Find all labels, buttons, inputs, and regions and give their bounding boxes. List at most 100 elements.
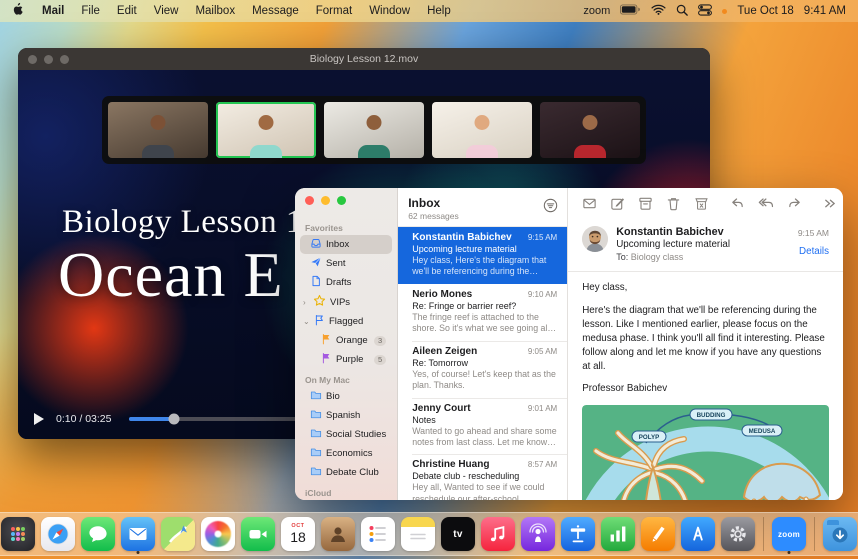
battery-icon[interactable] (620, 4, 641, 18)
message-row-nerio-mones[interactable]: Nerio Mones9:10 AMRe: Fringe or barrier … (398, 284, 567, 341)
dock-icon-downloads[interactable] (822, 517, 858, 551)
body-signature: Professor Babichev (582, 382, 829, 396)
dock-icon-appstore[interactable] (680, 517, 716, 551)
control-center-icon[interactable] (698, 4, 712, 19)
menu-item-view[interactable]: View (154, 5, 179, 17)
drafts-icon (310, 275, 322, 290)
dock-icon-notes[interactable] (400, 517, 436, 551)
trash-icon[interactable] (666, 196, 681, 211)
video-tile-participant-4[interactable] (432, 102, 532, 158)
dock-icon-mail[interactable] (120, 517, 156, 551)
archive-icon[interactable] (638, 196, 653, 211)
menubar-date[interactable]: Tue Oct 18 (737, 5, 793, 17)
sidebar-item-flagged[interactable]: ⌄Flagged (300, 312, 392, 331)
message-row-jenny-court[interactable]: Jenny Court9:01 AMNotesWanted to go ahea… (398, 398, 567, 455)
sidebar-item-purple[interactable]: Purple5 (300, 350, 392, 369)
video-tile-participant-1[interactable] (108, 102, 208, 158)
message-row-aileen-zeigen[interactable]: Aileen Zeigen9:05 AMRe: TomorrowYes, of … (398, 341, 567, 398)
dock-icon-tv[interactable]: tv (440, 517, 476, 551)
message-list-pane: Inbox 62 messages Konstantin Babichev9:1… (398, 188, 568, 500)
video-overlay-subtitle: Ocean E (58, 238, 284, 312)
sidebar-item-vips[interactable]: ›VIPs (300, 292, 392, 312)
filter-icon[interactable] (543, 198, 558, 216)
diagram-label-polyp: POLYP (639, 434, 659, 441)
wifi-icon[interactable] (651, 4, 666, 18)
more-icon[interactable] (823, 197, 836, 210)
sidebar-item-economics[interactable]: Economics (300, 444, 392, 463)
menu-item-help[interactable]: Help (427, 5, 451, 17)
folder-icon (310, 389, 322, 404)
reply-icon[interactable] (730, 196, 745, 211)
sidebar-item-social-studies[interactable]: Social Studies (300, 425, 392, 444)
dock-icon-music[interactable] (480, 517, 516, 551)
dock-icon-messages[interactable] (80, 517, 116, 551)
dock-icon-calendar[interactable]: OCT18 (280, 517, 316, 551)
mail-sidebar: FavoritesInboxSentDrafts›VIPs⌄FlaggedOra… (295, 188, 398, 500)
menu-item-file[interactable]: File (81, 5, 100, 17)
sidebar-item-bio[interactable]: Bio (300, 387, 392, 406)
dock-icon-pages[interactable] (640, 517, 676, 551)
menu-item-message[interactable]: Message (252, 5, 299, 17)
dock-icon-contacts[interactable] (320, 517, 356, 551)
dock-icon-facetime[interactable] (240, 517, 276, 551)
apple-menu-icon[interactable] (12, 2, 25, 20)
dock-icon-reminders[interactable] (360, 517, 396, 551)
video-tile-participant-5[interactable] (540, 102, 640, 158)
reply-all-icon[interactable] (758, 196, 774, 211)
sidebar-item-orange[interactable]: Orange3 (300, 331, 392, 350)
dock-icon-numbers[interactable] (600, 517, 636, 551)
video-time-display: 0:10 / 03:25 (56, 413, 111, 425)
message-detail-pane: Konstantin Babichev Upcoming lecture mat… (568, 188, 843, 500)
minimize-window-button[interactable] (321, 196, 330, 205)
sidebar-item-inbox[interactable]: Inbox (300, 235, 392, 254)
compose-icon[interactable] (610, 196, 625, 211)
downloads-app-icon (823, 517, 857, 551)
zoom-window-button[interactable] (337, 196, 346, 205)
spotlight-search-icon[interactable] (676, 4, 688, 19)
message-row-christine-huang[interactable]: Christine Huang8:57 AMDebate club - resc… (398, 454, 567, 500)
dock-icon-safari[interactable] (40, 517, 76, 551)
message-row-konstantin-babichev[interactable]: Konstantin Babichev9:15 AMUpcoming lectu… (398, 227, 567, 284)
dock-icon-maps[interactable] (160, 517, 196, 551)
menu-item-mailbox[interactable]: Mailbox (195, 5, 235, 17)
video-overlay-title: Biology Lesson 12 (62, 204, 320, 241)
video-progress-handle[interactable] (168, 414, 179, 425)
chevron-down-icon[interactable]: ⌄ (303, 317, 309, 326)
play-button[interactable] (34, 413, 44, 425)
close-window-button[interactable] (305, 196, 314, 205)
dock-icon-settings[interactable] (720, 517, 756, 551)
menu-item-edit[interactable]: Edit (117, 5, 137, 17)
maps-app-icon (161, 517, 195, 551)
settings-app-icon (721, 517, 755, 551)
dock-divider (814, 517, 815, 551)
body-greeting: Hey class, (582, 281, 829, 295)
dock-icon-launchpad[interactable] (0, 517, 36, 551)
dock-icon-zoom[interactable]: zoom (771, 517, 807, 551)
menu-item-window[interactable]: Window (369, 5, 410, 17)
menu-item-format[interactable]: Format (316, 5, 352, 17)
menubar-clock[interactable]: 9:41 AM (804, 5, 846, 17)
details-link[interactable]: Details (798, 246, 829, 257)
junk-icon[interactable] (694, 196, 709, 211)
video-titlebar[interactable]: Biology Lesson 12.mov (18, 48, 710, 70)
sidebar-item-drafts[interactable]: Drafts (300, 273, 392, 292)
get-mail-icon[interactable] (582, 196, 597, 211)
video-tile-participant-3[interactable] (324, 102, 424, 158)
row-subject: Re: Tomorrow (412, 358, 557, 368)
recording-indicator-dot (722, 9, 727, 14)
menubar-zoom-label[interactable]: zoom (583, 5, 610, 17)
sidebar-item-spanish[interactable]: Spanish (300, 406, 392, 425)
sidebar-item-label: Spanish (326, 410, 360, 421)
dock-icon-keynote[interactable] (560, 517, 596, 551)
contacts-app-icon (321, 517, 355, 551)
video-tile-participant-2[interactable] (216, 102, 316, 158)
flag-icon (313, 314, 325, 329)
forward-icon[interactable] (787, 196, 802, 211)
menu-item-mail[interactable]: Mail (42, 5, 64, 17)
chevron-right-icon[interactable]: › (303, 298, 309, 307)
sidebar-item-sent[interactable]: Sent (300, 254, 392, 273)
row-preview: The fringe reef is attached to the shore… (412, 312, 557, 335)
dock-icon-podcasts[interactable] (520, 517, 556, 551)
dock-icon-photos[interactable] (200, 517, 236, 551)
sidebar-item-debate-club[interactable]: Debate Club (300, 463, 392, 482)
